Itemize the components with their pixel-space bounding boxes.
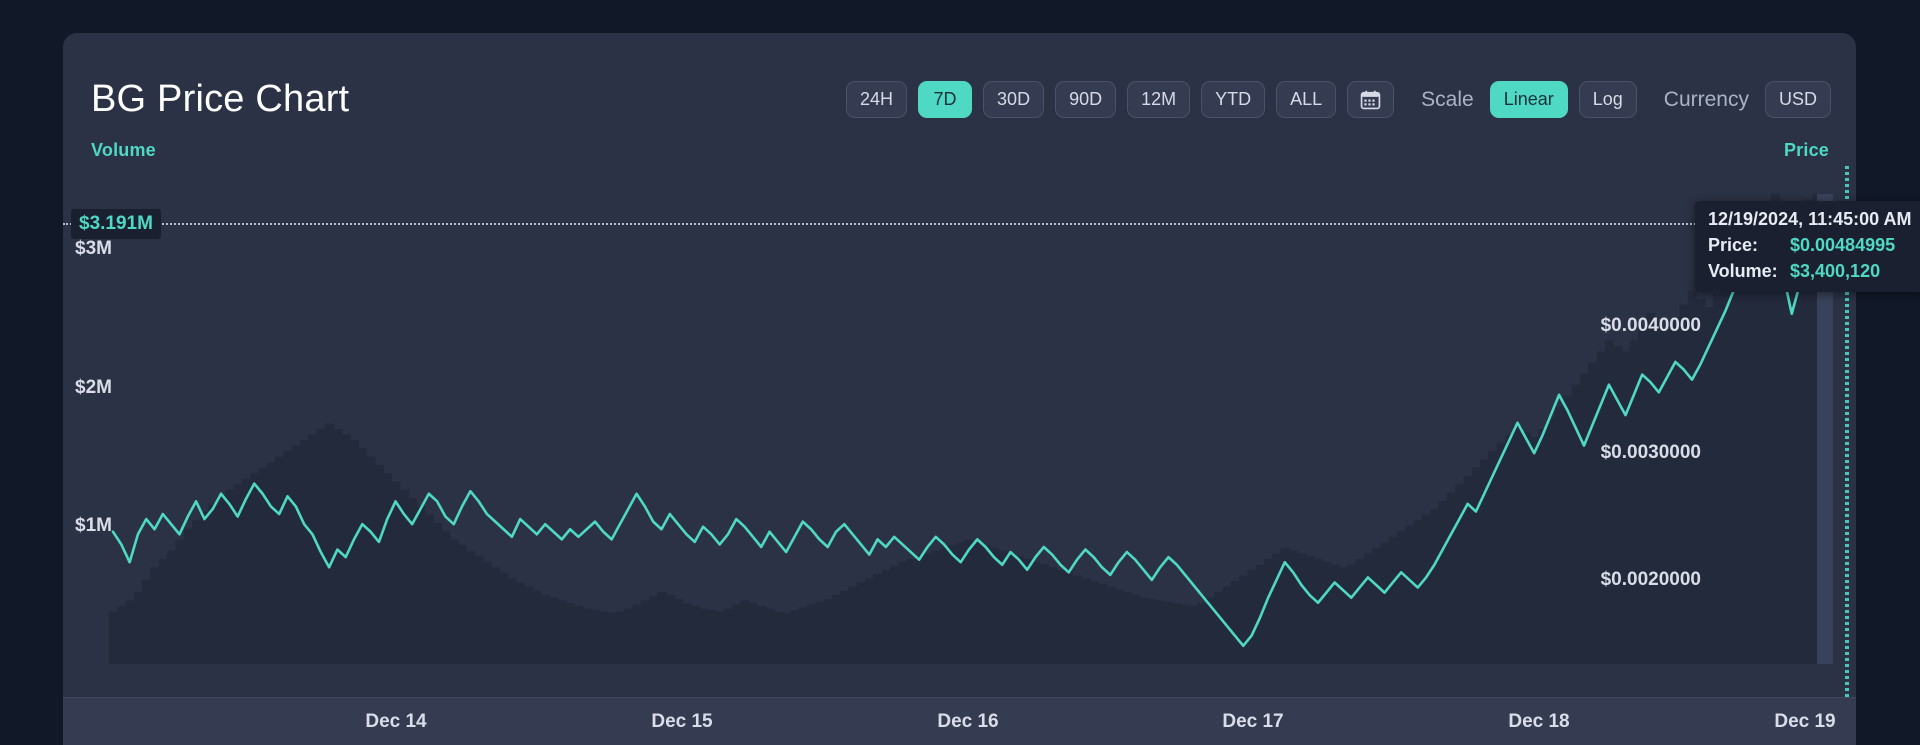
chart-tooltip: 12/19/2024, 11:45:00 AM Price: $0.004849… [1695, 201, 1920, 292]
range-button-30d[interactable]: 30D [983, 81, 1045, 118]
range-button-7d[interactable]: 7D [918, 81, 973, 118]
tooltip-price-value: $0.00484995 [1790, 235, 1896, 255]
chart-canvas [108, 166, 1849, 697]
volume-tick-1m: $1M [75, 514, 112, 536]
date-picker-button[interactable] [1347, 81, 1395, 118]
price-tick-0030: $0.0030000 [1600, 442, 1701, 464]
volume-highlight-gridline [63, 222, 1856, 225]
price-tick-0040: $0.0040000 [1600, 315, 1701, 337]
chart-header: BG Price Chart 24H 7D 30D 90D 12M YTD AL… [63, 33, 1856, 143]
chart-plot-area[interactable]: $3.191M $3M $2M $1M $0.0040000 $0.003000… [63, 166, 1856, 697]
price-axis-label: Price [1783, 140, 1829, 160]
volume-tick-2m: $2M [75, 376, 112, 398]
volume-axis-label: Volume [91, 140, 156, 160]
screenshot-root: BG Price Chart 24H 7D 30D 90D 12M YTD AL… [0, 0, 1920, 745]
tooltip-price-key: Price: [1708, 235, 1759, 255]
calendar-icon [1360, 90, 1381, 110]
range-button-all[interactable]: ALL [1276, 81, 1337, 118]
volume-highlight-badge: $3.191M [71, 208, 161, 239]
range-button-90d[interactable]: 90D [1055, 81, 1117, 118]
range-button-ytd[interactable]: YTD [1201, 81, 1266, 118]
x-tick-dec-14: Dec 14 [365, 711, 427, 732]
x-axis: Dec 14 Dec 15 Dec 16 Dec 17 Dec 18 Dec 1… [63, 697, 1856, 745]
x-tick-dec-15: Dec 15 [651, 711, 713, 732]
scale-button-linear[interactable]: Linear [1489, 81, 1568, 118]
volume-tick-3m: $3M [75, 238, 112, 260]
x-tick-dec-16: Dec 16 [937, 711, 999, 732]
tooltip-volume-key: Volume: [1708, 261, 1778, 281]
page-title: BG Price Chart [91, 78, 350, 120]
scale-label: Scale [1421, 87, 1474, 111]
x-tick-dec-19: Dec 19 [1774, 711, 1836, 732]
currency-label: Currency [1663, 87, 1749, 111]
x-tick-dec-17: Dec 17 [1222, 711, 1284, 732]
chart-controls: 24H 7D 30D 90D 12M YTD ALL Scale Linear … [846, 81, 1831, 118]
tooltip-volume-value: $3,400,120 [1790, 261, 1881, 281]
scale-button-log[interactable]: Log [1578, 81, 1637, 118]
tooltip-price-row: Price: $0.00484995 [1708, 235, 1911, 256]
volume-bars [108, 194, 1830, 664]
x-tick-dec-18: Dec 18 [1508, 711, 1570, 732]
range-button-24h[interactable]: 24H [846, 81, 908, 118]
tooltip-volume-row: Volume: $3,400,120 [1708, 261, 1911, 282]
currency-button-usd[interactable]: USD [1764, 81, 1831, 118]
range-button-12m[interactable]: 12M [1127, 81, 1191, 118]
price-tick-0020: $0.0020000 [1600, 568, 1701, 590]
tooltip-datetime: 12/19/2024, 11:45:00 AM [1708, 209, 1912, 229]
price-chart-card: BG Price Chart 24H 7D 30D 90D 12M YTD AL… [63, 33, 1920, 745]
